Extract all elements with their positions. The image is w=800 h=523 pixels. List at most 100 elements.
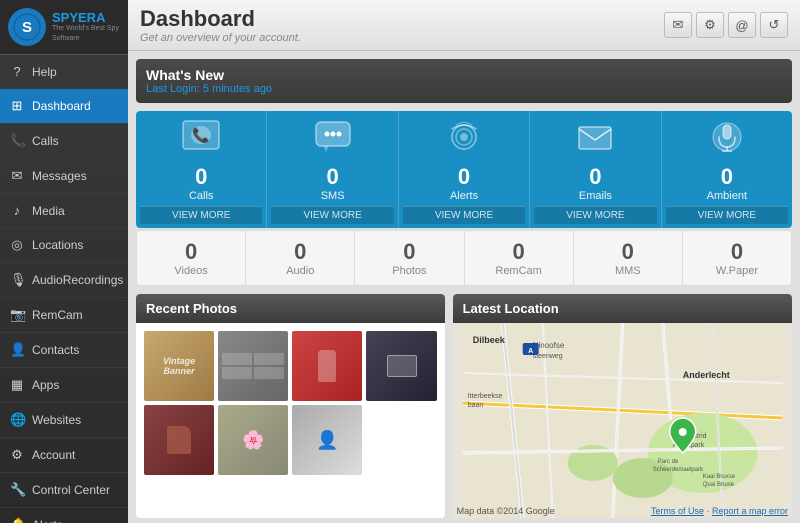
sidebar-label-audiorecordings: AudioRecordings [32, 273, 123, 287]
media-icon: ♪ [10, 203, 24, 218]
alerts-count: 0 [458, 164, 470, 190]
alerts-icon: 🔔 [10, 517, 24, 523]
sidebar-item-messages[interactable]: ✉ Messages [0, 159, 128, 194]
sidebar-label-help: Help [32, 65, 57, 79]
photos-label: Photos [392, 265, 426, 277]
locations-icon: ◎ [10, 237, 24, 253]
sidebar: S spyera The World's Best Spy Software ?… [0, 0, 128, 523]
photo-thumb-6[interactable]: 🌸 [218, 405, 288, 475]
sidebar-label-apps: Apps [32, 378, 59, 392]
email-header-icon: ✉ [673, 17, 684, 33]
remcam-icon: 📷 [10, 307, 24, 323]
photo-placeholder [366, 405, 436, 475]
contacts-icon: 👤 [10, 342, 24, 358]
photo-thumb-1[interactable]: VintageBanner [144, 331, 214, 401]
report-error-link[interactable]: Report a map error [712, 506, 788, 516]
recent-photos-panel: Recent Photos VintageBanner [136, 294, 445, 518]
sidebar-item-contacts[interactable]: 👤 Contacts [0, 333, 128, 368]
sidebar-item-dashboard[interactable]: ⊞ Dashboard [0, 89, 128, 124]
emails-label: Emails [579, 190, 612, 202]
photo-thumb-4[interactable] [366, 331, 436, 401]
messages-icon: ✉ [10, 168, 24, 184]
sms-count: 0 [326, 164, 338, 190]
photo-thumb-2[interactable] [218, 331, 288, 401]
at-header-button[interactable]: @ [728, 12, 756, 38]
alerts-stat-icon [444, 119, 484, 162]
svg-text:📞: 📞 [192, 126, 210, 144]
sidebar-item-help[interactable]: ? Help [0, 55, 128, 89]
sidebar-item-media[interactable]: ♪ Media [0, 194, 128, 228]
stat-alerts: 0 Alerts VIEW MORE [399, 111, 530, 228]
stat-emails: 0 Emails VIEW MORE [530, 111, 661, 228]
last-login: Last Login: 5 minutes ago [146, 83, 782, 95]
top-header: Dashboard Get an overview of your accoun… [128, 0, 800, 51]
apps-icon: ▦ [10, 377, 24, 393]
photo-thumb-7[interactable]: 👤 [292, 405, 362, 475]
sidebar-item-websites[interactable]: 🌐 Websites [0, 403, 128, 438]
stat-wpaper: 0 W.Paper [683, 231, 791, 285]
audiorecordings-icon: 🎙 [10, 272, 24, 288]
page-subtitle: Get an overview of your account. [140, 32, 301, 44]
recent-photos-header: Recent Photos [136, 294, 445, 323]
emails-count: 0 [589, 164, 601, 190]
latest-location-header: Latest Location [453, 294, 792, 323]
sms-viewmore-button[interactable]: VIEW MORE [271, 206, 393, 224]
ambient-viewmore-button[interactable]: VIEW MORE [666, 206, 788, 224]
audio-label: Audio [286, 265, 314, 277]
sidebar-item-audiorecordings[interactable]: 🎙 AudioRecordings [0, 263, 128, 298]
sidebar-item-locations[interactable]: ◎ Locations [0, 228, 128, 263]
logo-area: S spyera The World's Best Spy Software [0, 0, 128, 55]
photos-count: 0 [403, 239, 415, 265]
remcam-label: RemCam [495, 265, 541, 277]
stat-sms: 0 SMS VIEW MORE [267, 111, 398, 228]
svg-text:Scheerdemaelpark: Scheerdemaelpark [652, 467, 703, 473]
stat-calls: 📞 0 Calls VIEW MORE [136, 111, 267, 228]
last-login-time: 5 minutes ago [203, 83, 272, 95]
sidebar-label-contacts: Contacts [32, 343, 79, 357]
wpaper-count: 0 [731, 239, 743, 265]
stat-audio: 0 Audio [246, 231, 355, 285]
help-icon: ? [10, 64, 24, 79]
photo-thumb-5[interactable] [144, 405, 214, 475]
email-header-button[interactable]: ✉ [664, 12, 692, 38]
videos-label: Videos [174, 265, 207, 277]
terms-link[interactable]: Terms of Use [651, 506, 704, 516]
sms-stat-icon [313, 119, 353, 162]
stat-videos: 0 Videos [137, 231, 246, 285]
sms-label: SMS [321, 190, 345, 202]
svg-text:Itterbeekse: Itterbeekse [467, 393, 502, 400]
sidebar-label-calls: Calls [32, 134, 59, 148]
mms-label: MMS [615, 265, 641, 277]
emails-stat-icon [575, 119, 615, 162]
gear-icon: ⚙ [704, 17, 716, 33]
page-title: Dashboard [140, 6, 301, 32]
sidebar-item-alerts[interactable]: 🔔 Alerts [0, 508, 128, 523]
settings-header-button[interactable]: ⚙ [696, 12, 724, 38]
refresh-icon: ↺ [769, 17, 780, 33]
sidebar-label-remcam: RemCam [32, 308, 83, 322]
stat-ambient: 0 Ambient VIEW MORE [662, 111, 792, 228]
sidebar-label-alerts: Alerts [32, 518, 63, 523]
sidebar-item-calls[interactable]: 📞 Calls [0, 124, 128, 159]
sidebar-label-controlcenter: Control Center [32, 483, 110, 497]
svg-text:Anderlecht: Anderlecht [682, 370, 729, 380]
photo-thumb-3[interactable] [292, 331, 362, 401]
refresh-header-button[interactable]: ↺ [760, 12, 788, 38]
sidebar-nav: ? Help ⊞ Dashboard 📞 Calls ✉ Messages ♪ … [0, 55, 128, 523]
sidebar-item-account[interactable]: ⚙ Account [0, 438, 128, 473]
photos-grid: VintageBanner [136, 323, 445, 483]
calls-viewmore-button[interactable]: VIEW MORE [140, 206, 262, 224]
map-area[interactable]: Ninoofse steenweg Itterbeekse baan Ander… [453, 323, 792, 518]
svg-text:Dilbeek: Dilbeek [472, 335, 505, 345]
sidebar-item-controlcenter[interactable]: 🔧 Control Center [0, 473, 128, 508]
sidebar-item-remcam[interactable]: 📷 RemCam [0, 298, 128, 333]
alerts-viewmore-button[interactable]: VIEW MORE [403, 206, 525, 224]
mms-count: 0 [622, 239, 634, 265]
audio-count: 0 [294, 239, 306, 265]
stats-blue-row: 📞 0 Calls VIEW MORE 0 [136, 111, 792, 228]
svg-text:A: A [528, 348, 533, 355]
sidebar-label-account: Account [32, 448, 75, 462]
sidebar-label-media: Media [32, 204, 65, 218]
sidebar-item-apps[interactable]: ▦ Apps [0, 368, 128, 403]
emails-viewmore-button[interactable]: VIEW MORE [534, 206, 656, 224]
